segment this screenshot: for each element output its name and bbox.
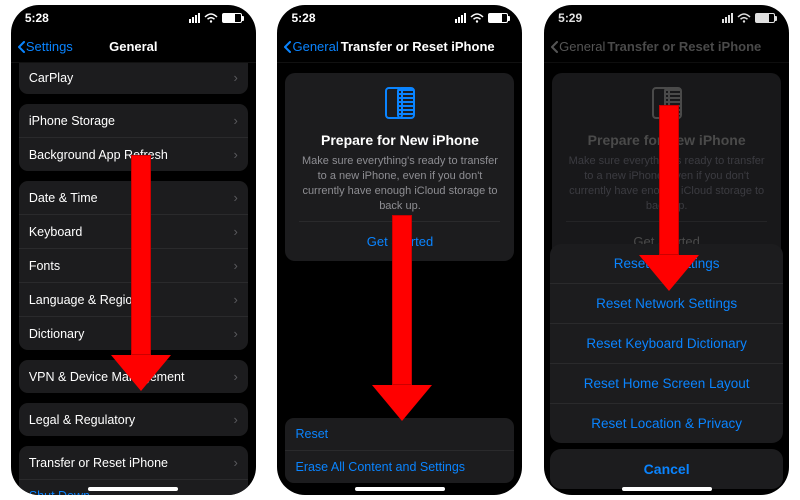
row-label: Keyboard [29, 225, 83, 239]
row-dictionary[interactable]: Dictionary › [19, 317, 248, 350]
battery-icon [488, 13, 508, 23]
chevron-right-icon: › [233, 147, 237, 162]
row-date-time[interactable]: Date & Time › [19, 181, 248, 215]
cellular-icon [455, 13, 466, 23]
row-reset[interactable]: Reset [285, 418, 514, 451]
row-label: Date & Time [29, 191, 98, 205]
chevron-left-icon [550, 41, 558, 53]
opt-reset-keyboard-dictionary[interactable]: Reset Keyboard Dictionary [550, 324, 783, 364]
group-actions: Reset Erase All Content and Settings [285, 418, 514, 483]
chevron-right-icon: › [233, 224, 237, 239]
back-label: Settings [26, 39, 73, 54]
sheet-options: Reset All Settings Reset Network Setting… [550, 244, 783, 443]
row-iphone-storage[interactable]: iPhone Storage › [19, 104, 248, 138]
row-label: Erase All Content and Settings [295, 460, 465, 474]
card-title: Prepare for New iPhone [299, 132, 500, 148]
group-locale: Date & Time › Keyboard › Fonts › Language &… [19, 181, 248, 350]
chevron-left-icon [283, 41, 291, 53]
row-label: VPN & Device Management [29, 370, 185, 384]
status-time: 5:28 [291, 11, 315, 25]
row-label: CarPlay [29, 71, 73, 85]
home-indicator[interactable] [88, 487, 178, 491]
back-button: General [550, 39, 605, 54]
phone-reset-sheet: 5:29 General Transfer or Reset iPhone Pr… [544, 5, 789, 495]
row-label: Legal & Regulatory [29, 413, 135, 427]
chevron-right-icon: › [233, 455, 237, 470]
status-time: 5:28 [25, 11, 49, 25]
sheet-cancel-button[interactable]: Cancel [550, 449, 783, 489]
home-indicator[interactable] [355, 487, 445, 491]
group-carplay: CarPlay › [19, 63, 248, 94]
row-language-region[interactable]: Language & Region › [19, 283, 248, 317]
nav-bar: General Transfer or Reset iPhone [277, 31, 522, 63]
row-label: Reset [295, 427, 328, 441]
chevron-right-icon: › [233, 70, 237, 85]
reset-action-sheet: Reset All Settings Reset Network Setting… [550, 244, 783, 489]
row-fonts[interactable]: Fonts › [19, 249, 248, 283]
row-carplay[interactable]: CarPlay › [19, 63, 248, 94]
group-storage: iPhone Storage › Background App Refresh › [19, 104, 248, 171]
row-label: Dictionary [29, 327, 85, 341]
status-bar: 5:28 [11, 5, 256, 31]
chevron-right-icon: › [233, 113, 237, 128]
chevron-right-icon: › [233, 258, 237, 273]
row-keyboard[interactable]: Keyboard › [19, 215, 248, 249]
row-legal[interactable]: Legal & Regulatory › [19, 403, 248, 436]
devices-icon [299, 87, 500, 122]
chevron-right-icon: › [233, 412, 237, 427]
group-legal: Legal & Regulatory › [19, 403, 248, 436]
phone-transfer-reset: 5:28 General Transfer or Reset iPhone Pr… [277, 5, 522, 495]
card-body: Make sure everything's ready to transfer… [299, 154, 500, 213]
row-vpn[interactable]: VPN & Device Management › [19, 360, 248, 393]
back-label: General [559, 39, 605, 54]
prepare-card: Prepare for New iPhone Make sure everyth… [285, 73, 514, 261]
row-label: Transfer or Reset iPhone [29, 456, 168, 470]
opt-reset-all-settings[interactable]: Reset All Settings [550, 244, 783, 284]
opt-reset-home-screen[interactable]: Reset Home Screen Layout [550, 364, 783, 404]
nav-title: Transfer or Reset iPhone [341, 39, 495, 54]
opt-reset-network-settings[interactable]: Reset Network Settings [550, 284, 783, 324]
get-started-button[interactable]: Get Started [299, 221, 500, 261]
home-indicator[interactable] [622, 487, 712, 491]
battery-icon [222, 13, 242, 23]
transfer-content: Prepare for New iPhone Make sure everyth… [277, 63, 522, 495]
chevron-right-icon: › [233, 190, 237, 205]
cellular-icon [189, 13, 200, 23]
row-label: Shut Down [29, 489, 90, 495]
chevron-right-icon: › [233, 369, 237, 384]
row-label: Background App Refresh [29, 148, 168, 162]
nav-bar: Settings General [11, 31, 256, 63]
row-label: Fonts [29, 259, 60, 273]
wifi-icon [204, 13, 218, 23]
back-button[interactable]: General [283, 39, 338, 54]
back-label: General [292, 39, 338, 54]
row-transfer-reset[interactable]: Transfer or Reset iPhone › [19, 446, 248, 480]
status-indicators [455, 13, 508, 23]
status-indicators [189, 13, 242, 23]
row-background-refresh[interactable]: Background App Refresh › [19, 138, 248, 171]
row-label: iPhone Storage [29, 114, 115, 128]
group-vpn: VPN & Device Management › [19, 360, 248, 393]
chevron-left-icon [17, 41, 25, 53]
row-erase-all[interactable]: Erase All Content and Settings [285, 451, 514, 483]
phone-general-settings: 5:28 Settings General CarPlay › iPhone St… [11, 5, 256, 495]
back-button[interactable]: Settings [17, 39, 73, 54]
chevron-right-icon: › [233, 292, 237, 307]
status-bar: 5:28 [277, 5, 522, 31]
chevron-right-icon: › [233, 326, 237, 341]
opt-reset-location-privacy[interactable]: Reset Location & Privacy [550, 404, 783, 443]
row-label: Language & Region [29, 293, 140, 307]
wifi-icon [470, 13, 484, 23]
settings-scroll[interactable]: CarPlay › iPhone Storage › Background App … [11, 63, 256, 495]
